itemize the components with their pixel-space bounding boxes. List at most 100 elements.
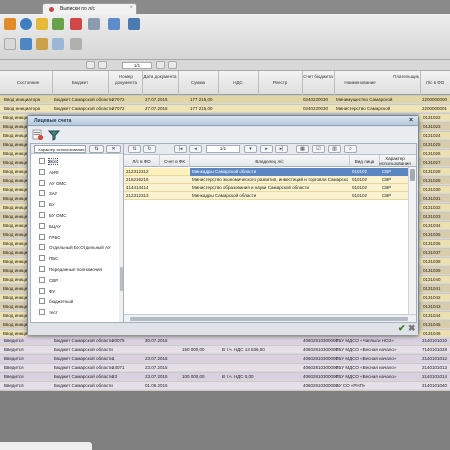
select-accounts-icon[interactable] [32, 129, 44, 141]
accounts-horizontal-scrollbar[interactable] [124, 314, 416, 322]
table-row[interactable]: 0131028 [419, 168, 450, 176]
page-dropdown-button[interactable]: ▾ [244, 145, 257, 153]
table-row[interactable]: Введится Бюджет Самарской области 20075 30.… [0, 337, 450, 345]
table-row[interactable]: Ввод инициатора [0, 150, 27, 158]
table-row[interactable]: 0131044 [419, 312, 450, 320]
last-page-button[interactable] [168, 61, 177, 69]
table-row[interactable]: 0131036 [419, 240, 450, 248]
page-indicator[interactable]: 1/1 [122, 62, 152, 69]
filter-item[interactable]: бюджетный [39, 297, 73, 306]
refresh-icon[interactable] [52, 18, 64, 30]
first-page-button[interactable]: |◂ [174, 145, 187, 153]
table-row[interactable]: Ввод инициатора Бюджет Самарской области 2… [0, 96, 450, 104]
filter-icon[interactable] [128, 18, 140, 30]
col-header-doc-num[interactable]: Номер документа [110, 74, 142, 85]
table-row[interactable]: 212312312 Минкадры Самарской области 01010… [124, 168, 416, 176]
checkbox[interactable] [39, 309, 45, 316]
page-size-button[interactable]: ▦ [296, 145, 309, 153]
close-tab-icon[interactable]: × [129, 5, 133, 11]
filter-item[interactable]: АУ ОМС [39, 179, 66, 188]
print-icon[interactable] [88, 18, 100, 30]
filter-item[interactable]: АИФ [39, 168, 59, 177]
accounts-vertical-scrollbar[interactable] [408, 167, 416, 314]
table-row[interactable]: Ввод инициатора [0, 195, 27, 203]
table-row[interactable]: 0131026 [419, 150, 450, 158]
table-row[interactable]: Ввод инициатора [0, 276, 27, 284]
search-button[interactable]: ⌕ [344, 145, 357, 153]
table-row[interactable]: Ввод инициатора [0, 240, 27, 248]
prev-page-button[interactable]: ◂ [189, 145, 202, 153]
table-row[interactable]: 0131030 [419, 186, 450, 194]
select-all-button[interactable]: ☑ [312, 145, 325, 153]
table-row[interactable]: Ввод инициатора [0, 258, 27, 266]
checkbox[interactable] [39, 244, 45, 251]
col-header-usage[interactable]: Характер использования [379, 155, 410, 167]
filter-item[interactable]: БУ [39, 200, 55, 209]
next-page-button[interactable]: ▸ [260, 145, 273, 153]
table-row[interactable]: 0131023 [419, 123, 450, 131]
checkbox[interactable] [39, 298, 45, 305]
col-header-ls[interactable]: Л/с в ФО [124, 155, 160, 167]
table-row[interactable]: Ввод инициатора [0, 186, 27, 194]
table-row[interactable]: 0131025 [419, 141, 450, 149]
col-header-account[interactable]: Счет бюджета [303, 74, 333, 80]
confirm-check-icon[interactable]: ✔ [398, 324, 407, 333]
table-row[interactable]: 0131029 [419, 177, 450, 185]
table-row[interactable]: Ввод инициатора [0, 123, 27, 131]
col-header-name[interactable]: Наименование [336, 80, 384, 86]
table-row[interactable]: 414414414 Министерство образования и наук… [124, 184, 416, 192]
table-row[interactable]: Ввод инициатора [0, 114, 27, 122]
table-row[interactable]: Ввод инициатора [0, 285, 27, 293]
cancel-x-icon[interactable]: ✖ [408, 324, 417, 333]
close-dialog-icon[interactable]: × [407, 117, 415, 124]
table-row[interactable]: 0131042 [419, 294, 450, 302]
settings-icon[interactable] [4, 38, 16, 50]
table-row[interactable]: Ввод инициатора [0, 204, 27, 212]
filter-item[interactable]: ЗАУ [39, 189, 57, 198]
filter-icon[interactable] [47, 129, 61, 141]
table-row[interactable]: Ввод инициатора [0, 312, 27, 320]
table-row[interactable]: 0131039 [419, 267, 450, 275]
filter-item[interactable]: БУ ОМС [39, 211, 66, 220]
checkbox[interactable] [39, 222, 45, 229]
table-row[interactable]: 0131043 [419, 303, 450, 311]
scroll-thumb[interactable] [410, 169, 415, 181]
prev-page-button[interactable] [98, 61, 107, 69]
clear-filter-button[interactable]: ✕ [106, 145, 121, 153]
checkbox[interactable] [39, 276, 45, 283]
edit-icon[interactable] [36, 38, 48, 50]
table-row[interactable]: Ввод инициатора [0, 222, 27, 230]
document-new-icon[interactable] [36, 18, 48, 30]
table-row[interactable]: Ввод инициатора [0, 177, 27, 185]
table-row[interactable]: 0131024 [419, 132, 450, 140]
table-row[interactable]: 0131035 [419, 231, 450, 239]
table-row[interactable]: 0131022 [419, 114, 450, 122]
col-header-fk[interactable]: Счет в ФК [160, 155, 190, 167]
table-row[interactable]: Введится Бюджет Самарской области 24071 23.… [0, 364, 450, 372]
col-header-kind[interactable]: Вид лица [350, 155, 380, 167]
tab-vypiski[interactable]: Выписки по л/с × [42, 3, 137, 14]
checkbox[interactable] [39, 158, 45, 164]
filter-item[interactable]: Все [39, 157, 58, 166]
refresh-button[interactable]: ↻ [143, 145, 156, 153]
checkbox[interactable] [39, 287, 45, 294]
next-page-button[interactable] [156, 61, 165, 69]
checkbox[interactable] [39, 233, 45, 240]
export-icon[interactable] [108, 18, 120, 30]
table-row[interactable]: 0131031 [419, 195, 450, 203]
table-row[interactable]: 0131027 [419, 159, 450, 167]
sign-icon[interactable] [70, 38, 82, 50]
col-header-state[interactable]: Состояние [8, 80, 48, 86]
table-row[interactable]: 0131045 [419, 321, 450, 329]
table-row[interactable]: 0131040 [419, 276, 450, 284]
table-row[interactable]: Введится Бюджет Самарской области 01.06.20… [0, 382, 450, 390]
table-row[interactable]: Ввод инициатора [0, 132, 27, 140]
checkbox[interactable] [39, 212, 45, 218]
table-row[interactable]: Ввод инициатора [0, 249, 27, 257]
table-row[interactable]: 0131037 [419, 249, 450, 257]
table-row[interactable]: Введится Бюджет Самарской области 1 23.07.2… [0, 355, 450, 363]
view-icon[interactable] [52, 38, 64, 50]
checkbox[interactable] [39, 201, 45, 208]
checkbox[interactable] [39, 266, 45, 272]
table-row[interactable]: Ввод инициатора [0, 303, 27, 311]
